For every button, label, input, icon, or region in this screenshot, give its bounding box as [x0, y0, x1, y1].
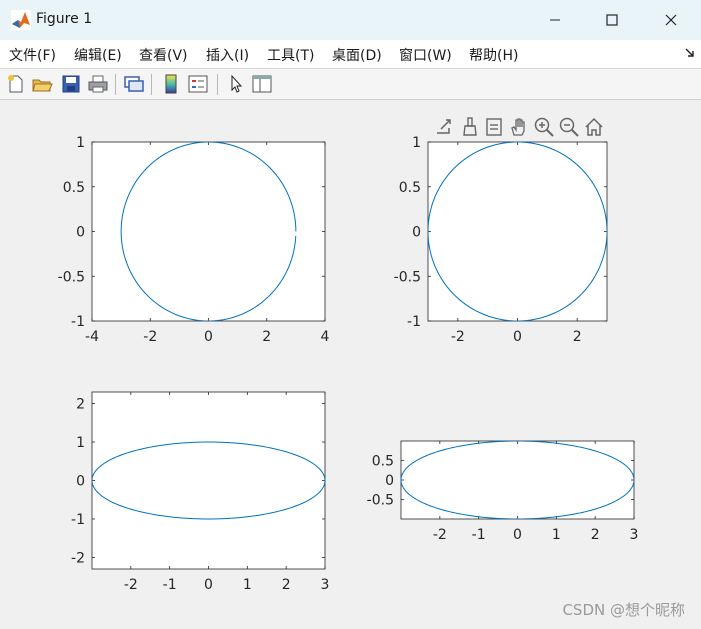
- x-tick-label: 3: [321, 577, 330, 593]
- zoom-in-icon[interactable]: [533, 116, 555, 138]
- y-tick-label: 0: [385, 473, 394, 489]
- x-tick-label: 1: [243, 577, 252, 593]
- x-tick-label: 2: [282, 577, 291, 593]
- y-tick-label: 1: [412, 135, 421, 151]
- y-tick-label: 0.5: [399, 180, 421, 196]
- y-tick-label: -1: [71, 512, 85, 528]
- axes-box: [400, 440, 635, 520]
- pan-icon[interactable]: [508, 116, 530, 138]
- x-tick-label: -4: [85, 329, 99, 345]
- data-tips-icon[interactable]: [483, 116, 505, 138]
- x-tick-label: -2: [143, 329, 157, 345]
- subplots: -4 -2 0 2 4 1 0.5 0 -0.5 -1 -2 0 2 1 0.5 0 -0.5 -1 -2 -1 0 1 2…: [58, 135, 639, 593]
- x-tick-label: -1: [472, 527, 486, 543]
- subplot-1: -4 -2 0 2 4 1 0.5 0 -0.5 -1: [58, 135, 330, 345]
- x-tick-label: 2: [262, 329, 271, 345]
- subplot-3: -2 -1 0 1 2 3 2 1 0 -1 -2: [71, 391, 330, 593]
- zoom-out-icon[interactable]: [558, 116, 580, 138]
- x-tick-label: -2: [451, 329, 465, 345]
- y-tick-label: 0: [412, 225, 421, 241]
- y-tick-label: 1: [76, 435, 85, 451]
- x-tick-label: 2: [573, 329, 582, 345]
- y-tick-label: -1: [407, 314, 421, 330]
- y-tick-label: 0: [76, 225, 85, 241]
- axes-box: [91, 141, 326, 322]
- x-tick-label: 1: [552, 527, 561, 543]
- y-tick-label: -0.5: [394, 269, 421, 285]
- x-tick-label: -1: [163, 577, 177, 593]
- axes-box: [91, 391, 326, 570]
- brush-icon[interactable]: [459, 116, 481, 138]
- x-tick-label: 0: [513, 329, 522, 345]
- x-tick-label: 0: [204, 577, 213, 593]
- x-tick-label: -2: [433, 527, 447, 543]
- x-tick-label: -2: [124, 577, 138, 593]
- watermark: CSDN @想个昵称: [562, 601, 685, 619]
- y-tick-label: -0.5: [367, 493, 394, 509]
- x-tick-label: 0: [204, 329, 213, 345]
- x-tick-label: 3: [630, 527, 639, 543]
- x-tick-label: 4: [321, 329, 330, 345]
- subplot-2: -2 0 2 1 0.5 0 -0.5 -1: [394, 135, 608, 345]
- export-icon[interactable]: [434, 116, 456, 138]
- y-tick-label: -2: [71, 550, 85, 566]
- y-tick-label: 1: [76, 135, 85, 151]
- y-tick-label: -1: [71, 314, 85, 330]
- y-tick-label: 0.5: [63, 180, 85, 196]
- y-tick-label: -0.5: [58, 269, 85, 285]
- x-tick-label: 2: [591, 527, 600, 543]
- x-tick-label: 0: [513, 527, 522, 543]
- subplot-4: -2 -1 0 1 2 3 0.5 0 -0.5: [367, 440, 639, 543]
- restore-view-icon[interactable]: [583, 116, 605, 138]
- y-tick-label: 0.5: [372, 454, 394, 470]
- y-tick-label: 2: [76, 397, 85, 413]
- y-tick-label: 0: [76, 474, 85, 490]
- axes-box: [427, 141, 608, 322]
